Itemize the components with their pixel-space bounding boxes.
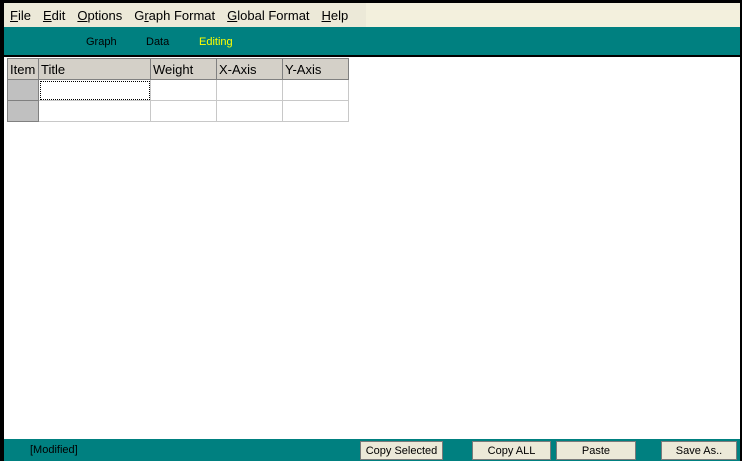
- app-window: File Edit Options Graph Format Global Fo…: [0, 0, 742, 461]
- column-header-x-axis[interactable]: X-Axis: [216, 58, 283, 80]
- column-header-item[interactable]: Item: [7, 58, 39, 80]
- status-modified-label: [Modified]: [30, 444, 78, 456]
- column-header-y-axis[interactable]: Y-Axis: [282, 58, 349, 80]
- table-row: [7, 79, 349, 101]
- row-selector[interactable]: [7, 79, 39, 101]
- menu-bar-empty-area: [366, 3, 740, 27]
- copy-selected-button[interactable]: Copy Selected: [360, 441, 443, 460]
- view-tab-bar: Graph Data Editing: [4, 27, 740, 55]
- menu-file[interactable]: File: [4, 8, 37, 23]
- paste-button[interactable]: Paste: [556, 441, 636, 460]
- menu-graph-format[interactable]: Graph Format: [128, 8, 221, 23]
- menu-bar: File Edit Options Graph Format Global Fo…: [4, 3, 366, 27]
- cell-weight[interactable]: [150, 79, 217, 101]
- cell-y-axis[interactable]: [282, 100, 349, 122]
- tab-data[interactable]: Data: [146, 36, 169, 48]
- menu-options[interactable]: Options: [71, 8, 128, 23]
- copy-all-button[interactable]: Copy ALL: [472, 441, 551, 460]
- cell-title[interactable]: [38, 100, 151, 122]
- cell-y-axis[interactable]: [282, 79, 349, 101]
- menu-help[interactable]: Help: [316, 8, 355, 23]
- status-bar: [Modified] Copy Selected Copy ALL Paste …: [4, 439, 740, 461]
- data-grid: Item Title Weight X-Axis Y-Axis: [7, 58, 349, 122]
- row-selector[interactable]: [7, 100, 39, 122]
- tab-bar-divider: [4, 55, 740, 57]
- tab-graph[interactable]: Graph: [86, 36, 117, 48]
- grid-header-row: Item Title Weight X-Axis Y-Axis: [7, 58, 349, 80]
- save-as-button[interactable]: Save As..: [661, 441, 737, 460]
- menu-global-format[interactable]: Global Format: [221, 8, 315, 23]
- tab-editing[interactable]: Editing: [199, 36, 233, 48]
- cell-x-axis[interactable]: [216, 79, 283, 101]
- cell-weight[interactable]: [150, 100, 217, 122]
- window-left-border: [0, 0, 4, 461]
- column-header-title[interactable]: Title: [38, 58, 151, 80]
- menu-edit[interactable]: Edit: [37, 8, 71, 23]
- cell-title[interactable]: [38, 79, 151, 101]
- column-header-weight[interactable]: Weight: [150, 58, 217, 80]
- cell-x-axis[interactable]: [216, 100, 283, 122]
- table-row: [7, 100, 349, 122]
